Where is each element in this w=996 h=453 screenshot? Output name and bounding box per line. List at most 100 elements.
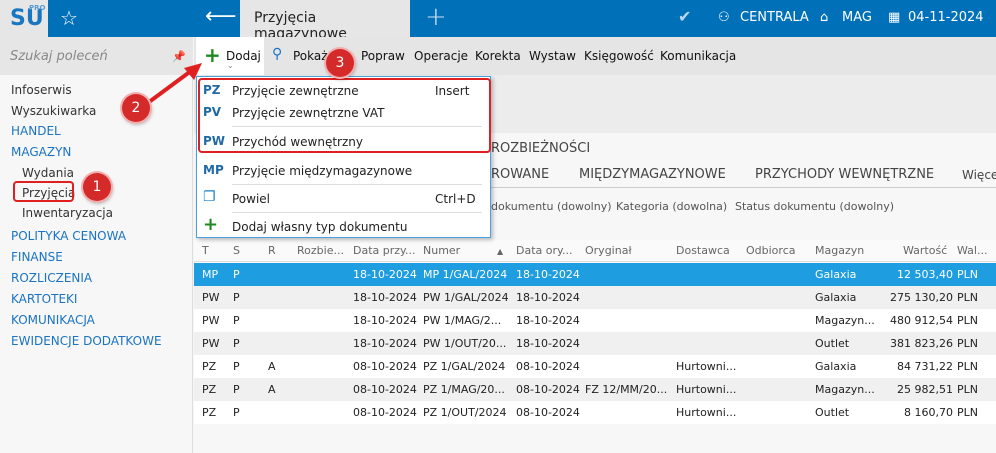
menu-item-powiel[interactable]: ❐ Powiel Ctrl+D	[197, 188, 490, 210]
nav-inwentaryzacja[interactable]: Inwentaryzacja	[22, 206, 113, 220]
col-data-przyjecia[interactable]: Data przy...	[353, 244, 415, 257]
nav-magazyn[interactable]: MAGAZYN	[11, 145, 71, 159]
cell-wartosc: 275 130,20	[890, 291, 953, 304]
company-label[interactable]: CENTRALA	[740, 10, 809, 25]
table-row[interactable]: MP P 18-10-2024 MP 1/GAL/2024 18-10-2024 Gala…	[194, 263, 996, 286]
menu-label: Dodaj własny typ dokumentu	[232, 220, 408, 234]
popraw-button[interactable]: Popraw	[361, 49, 405, 63]
mp-icon: MP	[203, 163, 224, 177]
table-row[interactable]: PW P 18-10-2024 PW 1/MAG/2... 18-10-2024 Maga…	[194, 309, 996, 332]
tab-zafakturowane[interactable]: ROWANE	[491, 167, 549, 182]
col-wartosc[interactable]: Wartość	[903, 244, 947, 257]
table-header: T S R Rozbie... Data przy... Numer ▲ Dat…	[194, 240, 996, 262]
cell-wartosc: 84 731,22	[897, 360, 953, 373]
menu-separator	[232, 212, 482, 213]
cell-data-przyjecia: 18-10-2024	[353, 314, 417, 327]
favorites-star-icon[interactable]: ☆	[60, 6, 78, 30]
company-icon: ⚇	[718, 10, 730, 25]
col-s[interactable]: S	[233, 244, 240, 257]
cell-magazyn: Magazyn...	[815, 314, 875, 327]
back-arrow-icon[interactable]: ⟵	[205, 4, 237, 29]
col-t[interactable]: T	[202, 244, 209, 257]
check-circle-icon[interactable]: ✔	[678, 7, 691, 26]
cell-data-przyjecia: 08-10-2024	[353, 406, 417, 419]
cell-status: P	[233, 360, 240, 373]
cell-type: PW	[202, 291, 220, 304]
cell-magazyn: Outlet	[815, 337, 850, 350]
tab-rozbieznosci[interactable]: ROZBIEŻNOŚCI	[491, 141, 590, 156]
col-oryginal[interactable]: Oryginał	[585, 244, 632, 257]
cell-numer: PW 1/MAG/2...	[423, 314, 502, 327]
col-r[interactable]: R	[268, 244, 276, 257]
col-numer[interactable]: Numer	[423, 244, 460, 257]
filter-status[interactable]: Status dokumentu (dowolny)	[735, 200, 894, 213]
col-magazyn[interactable]: Magazyn	[815, 244, 864, 257]
nav-komunikacja[interactable]: KOMUNIKACJA	[11, 313, 95, 327]
cell-data-oryginalu: 08-10-2024	[516, 360, 580, 373]
annotation-badge-2: 2	[122, 94, 150, 122]
cell-wartosc: 381 823,26	[890, 337, 953, 350]
cell-data-przyjecia: 18-10-2024	[353, 291, 417, 304]
nav-finanse[interactable]: FINANSE	[11, 250, 63, 264]
cell-numer: PZ 1/GAL/2024	[423, 360, 506, 373]
cell-numer: MP 1/GAL/2024	[423, 268, 508, 281]
tab-wiecej[interactable]: Więcej	[962, 168, 996, 182]
date-label[interactable]: 04-11-2024	[908, 10, 984, 25]
cell-type: PZ	[202, 360, 217, 373]
nav-wyszukiwarka[interactable]: Wyszukiwarka	[11, 104, 96, 118]
wystaw-button[interactable]: Wystaw	[529, 49, 576, 63]
menu-item-dodaj-wlasny[interactable]: + Dodaj własny typ dokumentu	[197, 214, 490, 238]
cell-wartosc: 25 982,51	[897, 383, 953, 396]
col-dostawca[interactable]: Dostawca	[676, 244, 730, 257]
col-rozbieznosci[interactable]: Rozbie...	[297, 244, 344, 257]
filter-kategoria[interactable]: Kategoria (dowolna)	[616, 200, 727, 213]
tab-przyjecia[interactable]: Przyjęcia magazynowe	[240, 0, 410, 42]
cell-wartosc: 8 160,70	[904, 406, 953, 419]
cell-oryginal: FZ 12/MM/20...	[585, 383, 668, 396]
nav-polityka-cenowa[interactable]: POLITYKA CENOWA	[11, 229, 126, 243]
highlight-box-przyjecia	[13, 181, 74, 202]
annotation-badge-1: 1	[83, 173, 111, 201]
komunikacja-button[interactable]: Komunikacja	[660, 49, 736, 63]
cell-data-oryginalu: 18-10-2024	[516, 268, 580, 281]
cell-numer: PW 1/GAL/2024	[423, 291, 509, 304]
nav-wydania[interactable]: Wydania	[22, 166, 74, 180]
new-tab-plus-icon[interactable]: +	[425, 2, 447, 32]
nav-ewidencje[interactable]: EWIDENCJE DODATKOWE	[11, 334, 162, 348]
menu-shortcut: Ctrl+D	[435, 192, 476, 206]
cell-type: PZ	[202, 406, 217, 419]
table-row[interactable]: PZ P 08-10-2024 PZ 1/OUT/2024 08-10-2024 Hurt…	[194, 401, 996, 424]
tab-przychody-wewnetrzne[interactable]: PRZYCHODY WEWNĘTRZNE	[755, 167, 934, 182]
operacje-button[interactable]: Operacje	[414, 49, 468, 63]
menu-item-mp[interactable]: MP Przyjęcie międzymagazynowe	[197, 160, 490, 182]
cell-wartosc: 480 912,54	[890, 314, 953, 327]
table-row[interactable]: PZ P A 08-10-2024 PZ 1/MAG/20... 08-10-2024 FZ…	[194, 378, 996, 401]
annotation-arrow-icon	[143, 63, 202, 107]
warehouse-label[interactable]: MAG	[842, 10, 872, 25]
nav-rozliczenia[interactable]: ROZLICZENIA	[11, 271, 92, 285]
nav-kartoteki[interactable]: KARTOTEKI	[11, 292, 77, 306]
table-row[interactable]: PZ P A 08-10-2024 PZ 1/GAL/2024 08-10-2024 Hur…	[194, 355, 996, 378]
menu-label: Przyjęcie międzymagazynowe	[232, 164, 413, 178]
cell-r: A	[268, 360, 276, 373]
col-data-oryginalu[interactable]: Data ory...	[516, 244, 572, 257]
table-row[interactable]: PW P 18-10-2024 PW 1/GAL/2024 18-10-2024 Gala…	[194, 286, 996, 309]
col-waluta[interactable]: Wal...	[957, 244, 987, 257]
menu-label: Powiel	[232, 192, 271, 206]
cell-data-przyjecia: 18-10-2024	[353, 268, 417, 281]
nav-infoserwis[interactable]: Infoserwis	[11, 83, 72, 97]
pokaz-button[interactable]: Pokaż	[293, 49, 328, 63]
cell-waluta: PLN	[957, 406, 978, 419]
cell-data-oryginalu: 18-10-2024	[516, 314, 580, 327]
tab-miedzymagazynowe[interactable]: MIĘDZYMAGAZYNOWE	[579, 167, 726, 182]
filter-typ[interactable]: dokumentu (dowolny)	[491, 200, 612, 213]
nav-handel[interactable]: HANDEL	[11, 124, 61, 138]
table-row[interactable]: PW P 18-10-2024 PW 1/OUT/20... 18-10-2024 Out…	[194, 332, 996, 355]
cell-numer: PZ 1/MAG/20...	[423, 383, 505, 396]
korekta-button[interactable]: Korekta	[475, 49, 521, 63]
app-logo: SU PRO	[0, 0, 48, 37]
col-odbiorca[interactable]: Odbiorca	[746, 244, 795, 257]
ksiegowosc-button[interactable]: Księgowość	[584, 49, 654, 63]
cell-status: P	[233, 337, 240, 350]
logo-sup: PRO	[29, 4, 46, 12]
